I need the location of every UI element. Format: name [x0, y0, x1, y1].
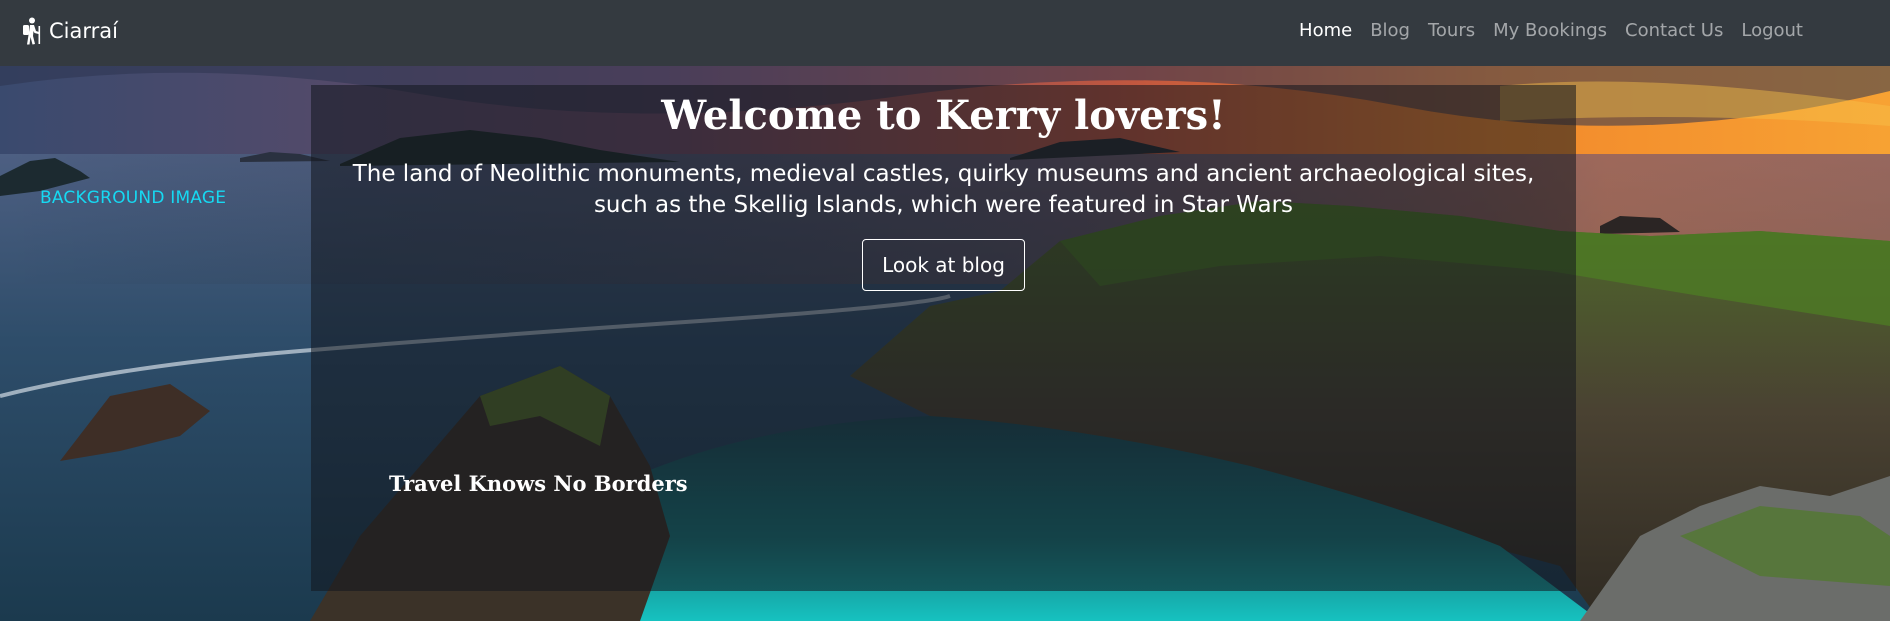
top-navbar: Ciarraí Home Blog Tours My Bookings Cont… — [0, 0, 1890, 66]
hero-subtitle: The land of Neolithic monuments, medieva… — [352, 161, 1535, 218]
page-title: Welcome to Kerry lovers! — [661, 92, 1226, 139]
nav-link-tours[interactable]: Tours — [1419, 18, 1484, 44]
brand-name: Ciarraí — [49, 19, 118, 43]
nav-link-my-bookings[interactable]: My Bookings — [1484, 18, 1616, 44]
hero-overlay-panel: Welcome to Kerry lovers! The land of Neo… — [311, 85, 1576, 591]
hiker-icon — [23, 17, 41, 45]
hero-section: BACKGROUND IMAGE Welcome to Kerry lovers… — [0, 66, 1890, 621]
nav-link-contact-us[interactable]: Contact Us — [1616, 18, 1732, 44]
hero-tagline: Travel Knows No Borders — [389, 471, 688, 496]
nav-link-logout[interactable]: Logout — [1732, 18, 1812, 44]
nav-link-home[interactable]: Home — [1290, 18, 1361, 44]
nav-links: Home Blog Tours My Bookings Contact Us L… — [1290, 18, 1812, 44]
nav-link-blog[interactable]: Blog — [1361, 18, 1419, 44]
look-at-blog-button[interactable]: Look at blog — [862, 239, 1025, 291]
background-image-label: BACKGROUND IMAGE — [40, 188, 227, 208]
brand-link[interactable]: Ciarraí — [20, 16, 118, 46]
